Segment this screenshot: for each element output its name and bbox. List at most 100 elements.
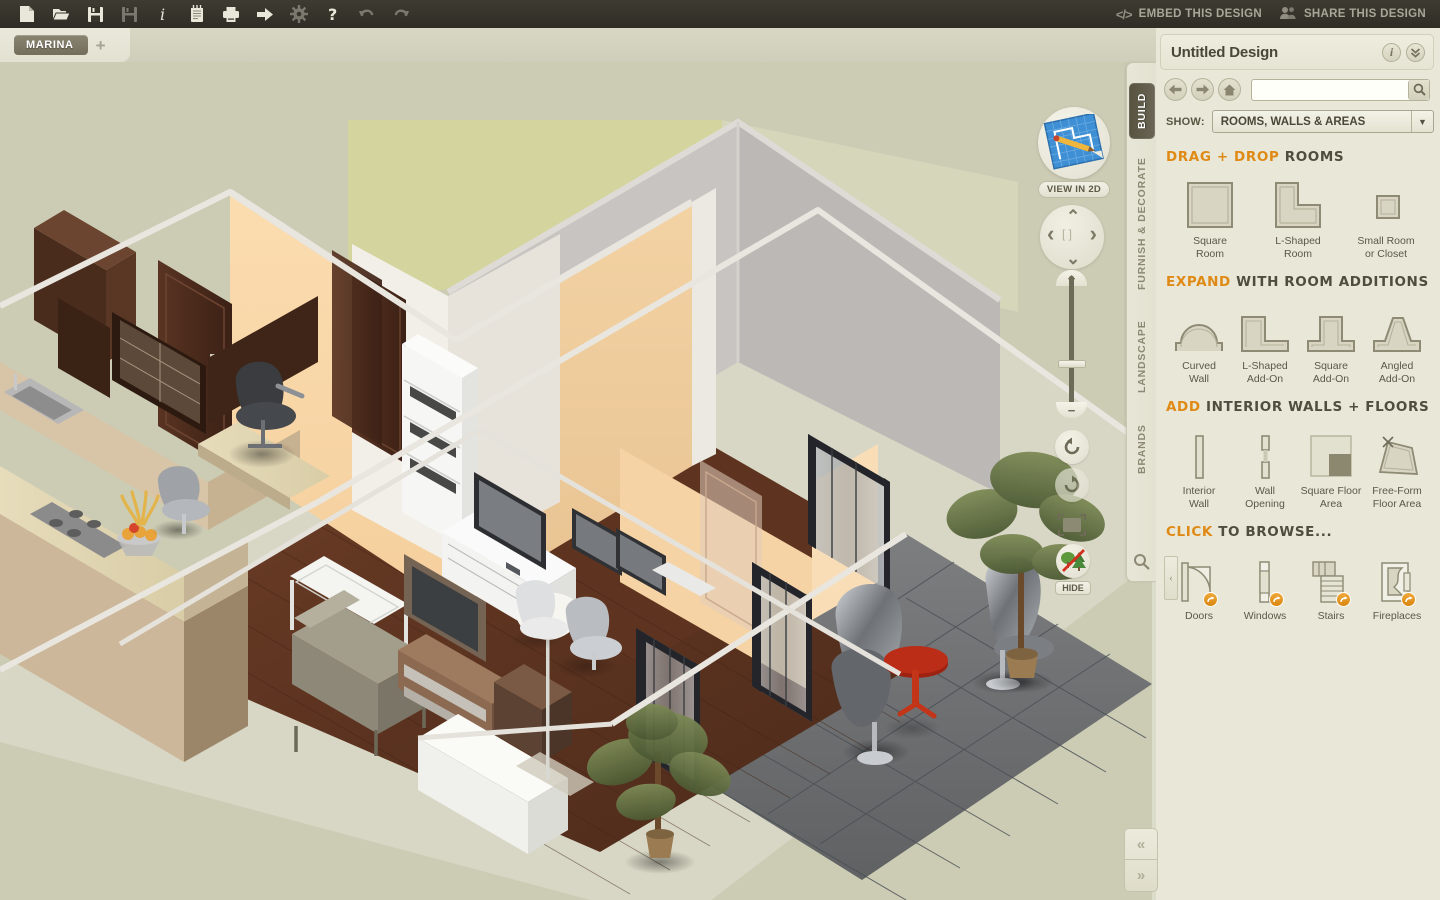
notes-icon[interactable] (180, 1, 214, 27)
undo-icon[interactable] (350, 1, 384, 27)
rail-tab-build[interactable]: BUILD (1129, 83, 1155, 139)
dpad-center[interactable]: [ ] (1062, 227, 1072, 241)
add-tab-button[interactable]: + (96, 37, 106, 54)
item-stairs[interactable]: Stairs (1298, 549, 1364, 623)
save-icon[interactable] (78, 1, 112, 27)
section-title: EXPAND WITH ROOM ADDITIONS (1166, 274, 1430, 290)
panel-navigation (1160, 78, 1434, 101)
item-windows[interactable]: Windows (1232, 549, 1298, 623)
export-icon[interactable] (248, 1, 282, 27)
browse-arrow-badge (1336, 592, 1351, 607)
embed-design-button[interactable]: </> EMBED THIS DESIGN (1116, 7, 1262, 22)
item-square-room[interactable]: Square Room (1166, 174, 1254, 260)
dpad-right[interactable]: › (1090, 221, 1097, 247)
section-room-additions: EXPAND WITH ROOM ADDITIONS Curved Wall L… (1156, 274, 1440, 385)
item-l-shaped-room[interactable]: L-Shaped Room (1254, 174, 1342, 260)
item-angled-addon[interactable]: Angled Add-On (1364, 299, 1430, 385)
browse-arrow-badge (1269, 592, 1284, 607)
free-form-floor-area-icon (1372, 424, 1422, 480)
wall-opening-icon (1243, 424, 1287, 480)
rail-search-icon[interactable] (1133, 553, 1150, 575)
toolbar-right-links: </> EMBED THIS DESIGN SHARE THIS DESIGN (1116, 6, 1440, 23)
item-curved-wall[interactable]: Curved Wall (1166, 299, 1232, 385)
save-as-icon[interactable] (112, 1, 146, 27)
item-label: Small Room or Closet (1357, 235, 1415, 260)
hide-vegetation-control[interactable]: HIDE (1053, 544, 1093, 596)
show-select[interactable]: ROOMS, WALLS & AREAS ▼ (1211, 110, 1434, 133)
fireplace-icon (1374, 549, 1420, 607)
design-viewport-3d[interactable]: VIEW IN 2D ⌃ ‹ [ ] › ⌄ + − (0, 62, 1152, 900)
nav-forward-icon[interactable] (1191, 78, 1214, 101)
info-icon[interactable]: i (146, 1, 180, 27)
screenshot-icon[interactable] (1056, 512, 1088, 538)
search-input[interactable] (1251, 78, 1430, 101)
pan-dpad[interactable]: ⌃ ‹ [ ] › ⌄ (1040, 205, 1104, 269)
rail-tab-brands[interactable]: BRANDS (1129, 415, 1155, 483)
redo-icon[interactable] (384, 1, 418, 27)
open-folder-icon[interactable] (44, 1, 78, 27)
item-label: Angled Add-On (1378, 360, 1416, 385)
item-wall-opening[interactable]: Wall Opening (1232, 424, 1298, 510)
dpad-down[interactable]: ⌄ (1066, 249, 1080, 269)
panel-collapse-icon[interactable] (1406, 42, 1425, 62)
panel-header: Untitled Design i (1160, 34, 1434, 70)
view-in-2d-label[interactable]: VIEW IN 2D (1037, 181, 1111, 198)
rotate-left-icon[interactable] (1055, 430, 1089, 464)
view-in-2d-control[interactable]: VIEW IN 2D (1036, 107, 1112, 198)
dpad-left[interactable]: ‹ (1047, 221, 1054, 247)
print-icon[interactable] (214, 1, 248, 27)
nav-back-icon[interactable] (1164, 78, 1187, 101)
item-fireplaces[interactable]: Fireplaces (1364, 549, 1430, 623)
embed-design-label: EMBED THIS DESIGN (1138, 8, 1262, 20)
panel-collapse-handle[interactable]: ‹ (1164, 556, 1178, 600)
search-icon[interactable] (1408, 79, 1429, 100)
zoom-slider-track[interactable] (1069, 276, 1074, 410)
item-label: Square Room (1193, 235, 1227, 260)
section-title-highlight: DRAG + DROP (1166, 149, 1280, 165)
door-closet[interactable] (332, 250, 382, 446)
share-design-button[interactable]: SHARE THIS DESIGN (1279, 6, 1426, 23)
document-tab-marina[interactable]: MARINA (14, 35, 88, 55)
prev-page-button[interactable]: « (1125, 829, 1157, 860)
zoom-slider-handle[interactable] (1058, 360, 1086, 368)
share-design-label: SHARE THIS DESIGN (1303, 8, 1426, 20)
item-square-floor-area[interactable]: Square Floor Area (1298, 424, 1364, 510)
item-label: Doors (1184, 610, 1213, 622)
hide-trees-icon[interactable] (1056, 544, 1090, 578)
next-page-button[interactable]: » (1125, 860, 1157, 891)
l-shaped-room-icon (1273, 174, 1323, 230)
panel-info-glyph: i (1389, 44, 1394, 59)
item-square-addon[interactable]: Square Add-On (1298, 299, 1364, 385)
l-shaped-addon-icon (1239, 299, 1291, 355)
blueprint-pencil-icon (1043, 114, 1104, 170)
new-document-icon[interactable] (10, 1, 44, 27)
chevron-down-icon[interactable]: ▼ (1411, 111, 1433, 132)
item-free-form-floor-area[interactable]: Free-Form Floor Area (1364, 424, 1430, 510)
mode-rail: BUILD FURNISH & DECORATE LANDSCAPE BRAND… (1126, 62, 1156, 582)
nav-home-icon[interactable] (1218, 78, 1241, 101)
item-label: L-Shaped Room (1275, 235, 1321, 260)
item-l-shaped-addon[interactable]: L-Shaped Add-On (1232, 299, 1298, 385)
viewport-page-controls: « » (1124, 828, 1158, 892)
tab-group: MARINA + (0, 28, 130, 62)
section-title-highlight: EXPAND (1166, 274, 1231, 290)
settings-gear-icon[interactable] (282, 1, 316, 27)
curved-wall-icon (1173, 299, 1225, 355)
section-title-highlight: ADD (1166, 399, 1201, 415)
help-icon[interactable]: ? (316, 1, 350, 27)
view-in-2d-button[interactable] (1038, 107, 1110, 179)
rail-tab-furnish-decorate[interactable]: FURNISH & DECORATE (1129, 149, 1155, 299)
floorplan-3d-render[interactable] (0, 62, 1152, 900)
rotate-right-icon[interactable] (1055, 468, 1089, 502)
item-small-room-closet[interactable]: Small Room or Closet (1342, 174, 1430, 260)
section-title-highlight: CLICK (1166, 524, 1213, 540)
hide-label[interactable]: HIDE (1055, 581, 1091, 595)
item-interior-wall[interactable]: Interior Wall (1166, 424, 1232, 510)
item-label: Free-Form Floor Area (1372, 485, 1422, 510)
panel-search[interactable] (1251, 78, 1430, 101)
rail-tab-landscape[interactable]: LANDSCAPE (1129, 309, 1155, 405)
panel-info-icon[interactable]: i (1382, 42, 1401, 62)
item-label: Square Add-On (1312, 360, 1350, 385)
browse-arrow-badge (1203, 592, 1218, 607)
dpad-up[interactable]: ⌃ (1066, 207, 1080, 227)
